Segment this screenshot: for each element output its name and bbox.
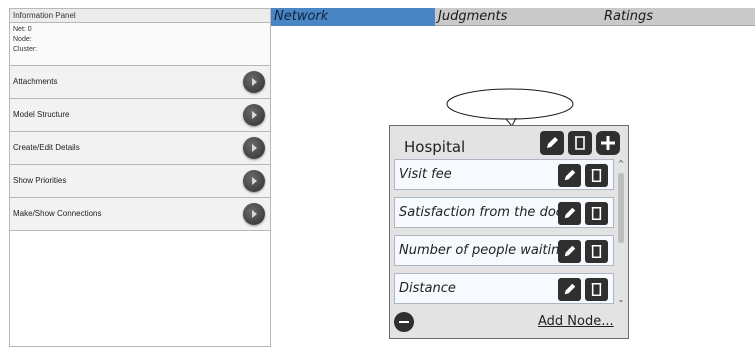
edit-node-button[interactable] <box>558 240 581 263</box>
attachments-button[interactable]: Attachments <box>10 66 270 99</box>
net-line: Net: 0 <box>13 26 32 33</box>
model-structure-button[interactable]: Model Structure <box>10 99 270 132</box>
node-item[interactable]: Satisfaction from the doctor <box>394 197 614 228</box>
node-label: Visit fee <box>399 167 452 182</box>
edit-node-button[interactable] <box>558 278 581 301</box>
tab-judgments[interactable]: Judgments <box>435 8 601 26</box>
cluster-line: Cluster: <box>13 46 38 53</box>
cluster-title: Hospital <box>404 138 466 156</box>
collapse-cluster-button[interactable] <box>394 312 414 332</box>
trash-icon <box>575 136 585 150</box>
tab-ratings[interactable]: Ratings <box>601 8 755 26</box>
trash-icon <box>591 168 602 183</box>
node-line: Node: <box>13 36 32 43</box>
information-panel-title: Information Panel <box>10 9 270 23</box>
pencil-icon <box>564 245 576 257</box>
chevron-right-icon[interactable] <box>243 71 265 93</box>
pencil-icon <box>564 207 576 219</box>
make-show-connections-label: Make/Show Connections <box>13 209 102 218</box>
delete-cluster-button[interactable] <box>568 131 592 155</box>
node-label: Satisfaction from the doctor <box>399 205 559 220</box>
cluster-header: Hospital <box>394 130 540 156</box>
chevron-right-icon[interactable] <box>243 203 265 225</box>
tab-bar: Network Judgments Ratings <box>271 8 755 26</box>
plus-icon <box>601 136 615 150</box>
chevron-right-icon[interactable] <box>243 137 265 159</box>
delete-node-button[interactable] <box>585 202 608 225</box>
pencil-icon <box>564 283 576 295</box>
self-loop-connection[interactable] <box>440 85 580 127</box>
node-list: Visit fee Satisfaction from the doctor N… <box>394 159 614 305</box>
edit-node-button[interactable] <box>558 164 581 187</box>
chevron-right-icon[interactable] <box>243 104 265 126</box>
pencil-icon <box>564 169 576 181</box>
add-button[interactable] <box>596 131 620 155</box>
information-panel: Information Panel Net: 0 Node: Cluster: … <box>9 8 271 347</box>
trash-icon <box>591 282 602 297</box>
cluster-box[interactable]: Hospital Visit fee Satisfaction from the… <box>389 125 629 339</box>
delete-node-button[interactable] <box>585 278 608 301</box>
edit-node-button[interactable] <box>558 202 581 225</box>
attachments-label: Attachments <box>13 77 58 86</box>
info-summary: Net: 0 Node: Cluster: <box>10 23 270 66</box>
chevron-right-icon[interactable] <box>243 170 265 192</box>
scroll-thumb[interactable] <box>618 173 624 243</box>
node-item[interactable]: Number of people waiting <box>394 235 614 266</box>
delete-node-button[interactable] <box>585 164 608 187</box>
node-label: Number of people waiting <box>399 243 559 258</box>
show-priorities-label: Show Priorities <box>13 176 67 185</box>
node-label: Distance <box>399 281 456 296</box>
trash-icon <box>591 206 602 221</box>
model-structure-label: Model Structure <box>13 110 70 119</box>
delete-node-button[interactable] <box>585 240 608 263</box>
node-item[interactable]: Distance <box>394 273 614 304</box>
add-node-link[interactable]: Add Node... <box>538 314 614 330</box>
tab-network[interactable]: Network <box>271 8 435 26</box>
make-show-connections-button[interactable]: Make/Show Connections <box>10 198 270 231</box>
scroll-down-icon[interactable]: ⌄ <box>616 295 626 305</box>
node-list-scrollbar[interactable]: ^ ⌄ <box>616 159 626 305</box>
node-item[interactable]: Visit fee <box>394 159 614 190</box>
edit-cluster-button[interactable] <box>540 131 564 155</box>
pencil-icon <box>547 137 558 148</box>
trash-icon <box>591 244 602 259</box>
scroll-up-icon[interactable]: ^ <box>616 159 626 169</box>
show-priorities-button[interactable]: Show Priorities <box>10 165 270 198</box>
create-edit-details-label: Create/Edit Details <box>13 143 80 152</box>
create-edit-details-button[interactable]: Create/Edit Details <box>10 132 270 165</box>
